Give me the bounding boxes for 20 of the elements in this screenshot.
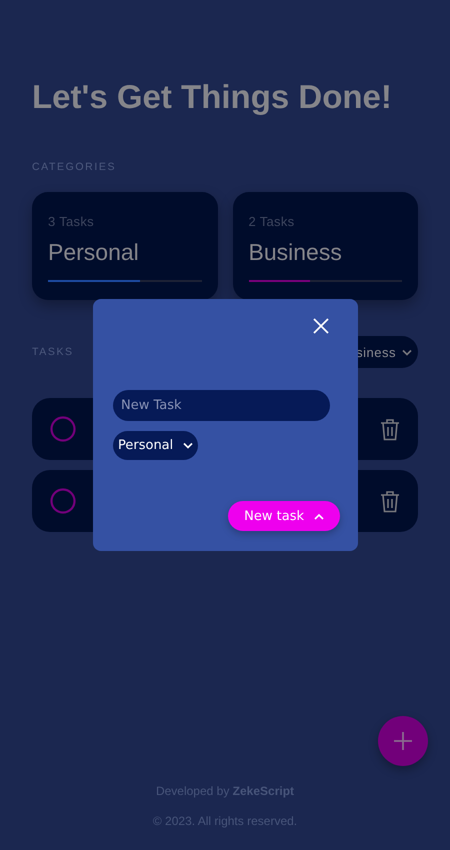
trash-icon[interactable] — [380, 418, 400, 440]
task-input-field[interactable]: New Task — [113, 390, 330, 421]
category-card[interactable]: 3 Tasks Personal — [32, 192, 218, 300]
close-button[interactable] — [312, 317, 330, 335]
page-title: Let's Get Things Done! — [32, 78, 393, 116]
add-button[interactable] — [378, 716, 428, 766]
task-count: 2 Tasks — [248, 214, 294, 229]
chevron-down-icon — [402, 348, 412, 356]
checkbox-circle[interactable] — [50, 488, 76, 514]
new-task-button[interactable]: New task — [228, 501, 340, 531]
category-name: Business — [248, 239, 342, 266]
trash-icon[interactable] — [380, 490, 400, 512]
category-card[interactable]: 2 Tasks Business — [232, 192, 418, 300]
category-dropdown[interactable]: Personal — [113, 431, 198, 460]
task-count: 3 Tasks — [48, 214, 94, 229]
category-name: Personal — [48, 239, 139, 266]
chevron-up-icon — [314, 512, 324, 520]
chevron-down-icon — [183, 442, 194, 449]
plus-icon — [393, 731, 413, 751]
checkbox-circle[interactable] — [50, 416, 76, 442]
